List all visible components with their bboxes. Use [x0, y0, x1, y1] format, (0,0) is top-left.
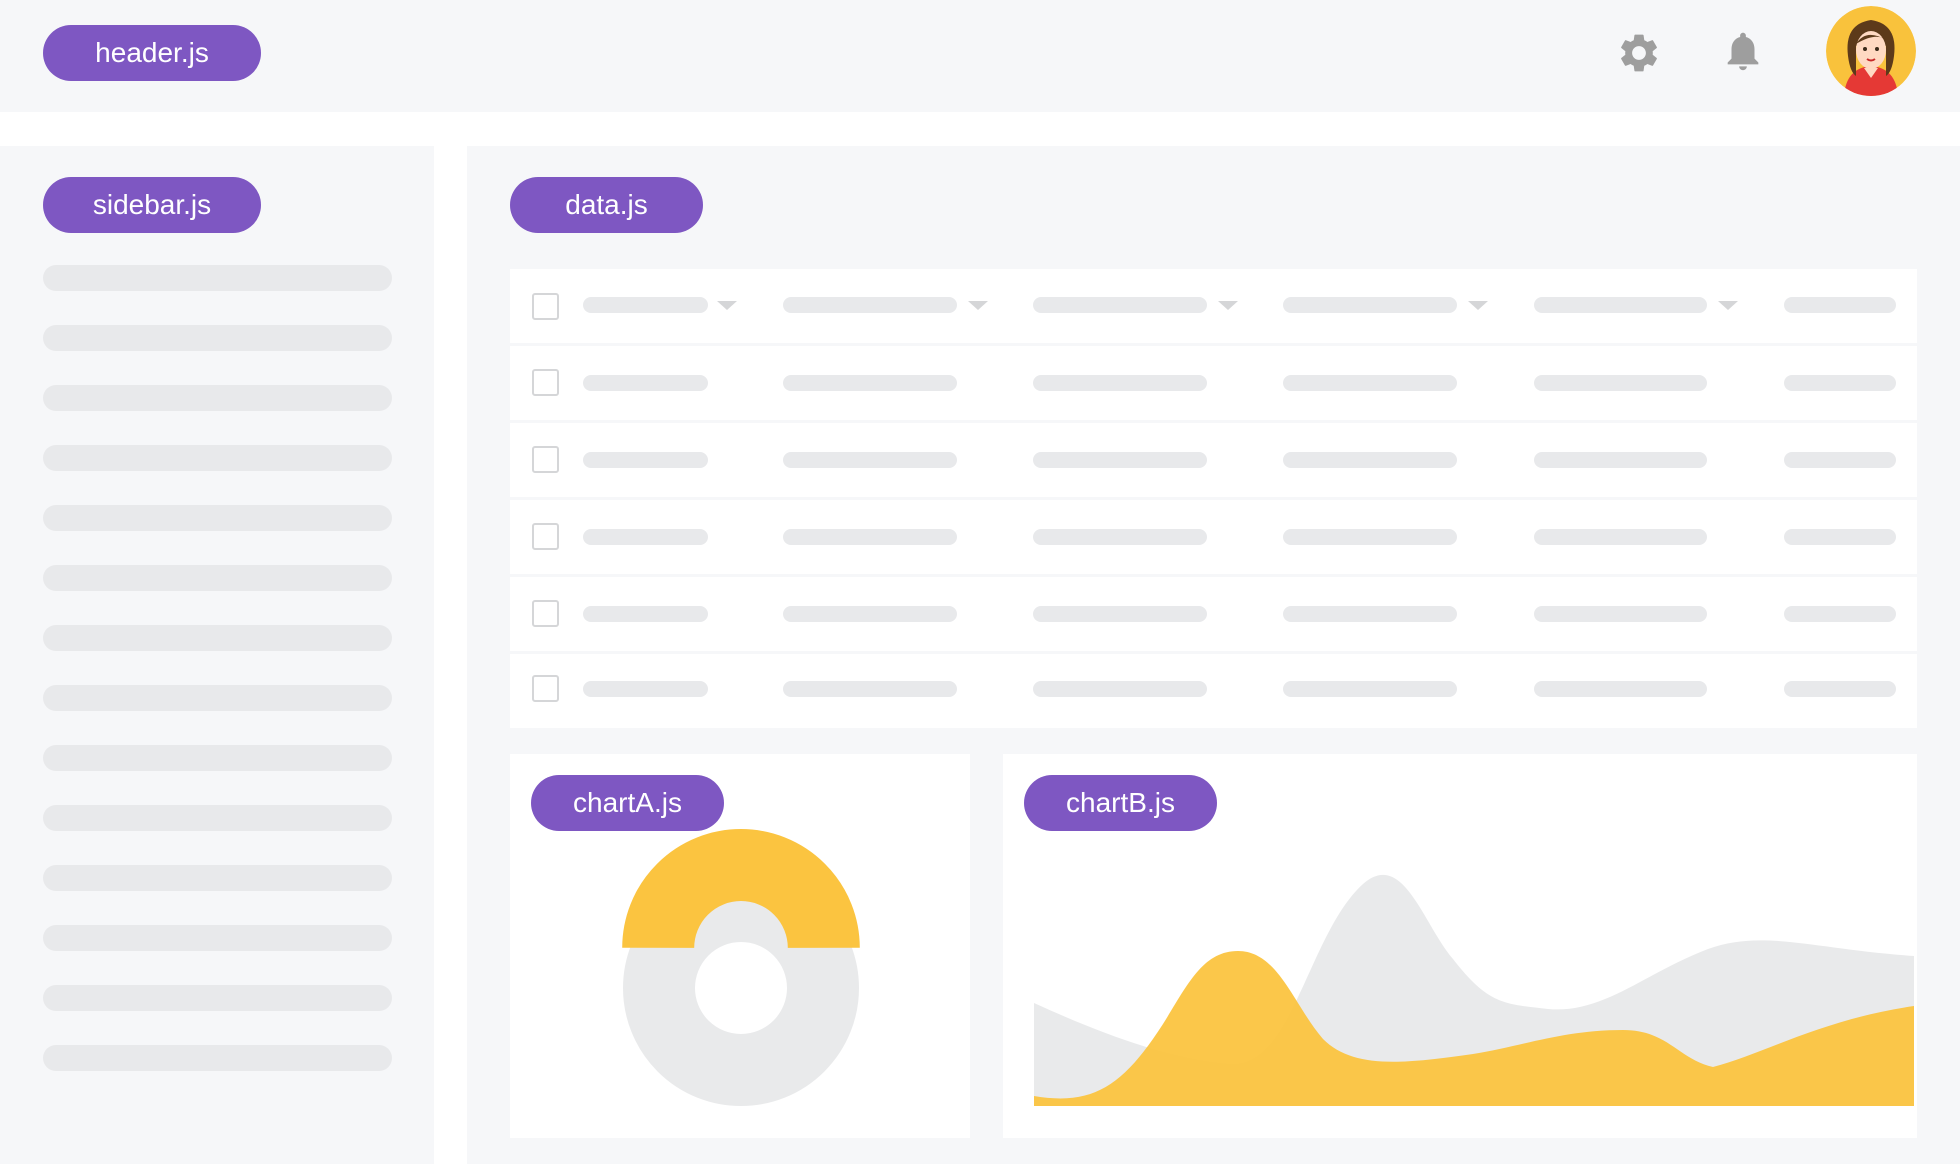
sidebar-item-placeholder[interactable]	[43, 265, 392, 291]
table-cell	[1784, 452, 1896, 468]
table-cell	[783, 606, 957, 622]
table-row[interactable]	[510, 577, 1917, 651]
table-cell	[1033, 375, 1207, 391]
table-cell	[783, 452, 957, 468]
header-label: header.js	[43, 25, 261, 81]
row-checkbox[interactable]	[532, 523, 559, 550]
table-cell	[583, 529, 708, 545]
sidebar-item-placeholder[interactable]	[43, 925, 392, 951]
sidebar-item-placeholder[interactable]	[43, 505, 392, 531]
table-cell	[1784, 681, 1896, 697]
header: header.js	[0, 0, 1960, 112]
table-cell	[783, 529, 957, 545]
table-cell	[1534, 452, 1707, 468]
sort-caret-icon[interactable]	[968, 301, 988, 310]
table-cell	[1534, 681, 1707, 697]
row-checkbox[interactable]	[532, 675, 559, 702]
bell-icon[interactable]	[1720, 28, 1766, 74]
table-cell	[1033, 606, 1207, 622]
table-cell	[1784, 375, 1896, 391]
table-cell	[1534, 529, 1707, 545]
row-checkbox[interactable]	[532, 446, 559, 473]
table-cell	[783, 681, 957, 697]
table-row[interactable]	[510, 500, 1917, 574]
select-all-checkbox[interactable]	[532, 293, 559, 320]
table-cell	[1283, 529, 1457, 545]
sort-caret-icon[interactable]	[717, 301, 737, 310]
table-cell	[1033, 681, 1207, 697]
table-cell	[1283, 375, 1457, 391]
sidebar-item-placeholder[interactable]	[43, 625, 392, 651]
column-header[interactable]	[1784, 297, 1896, 313]
table-cell	[583, 606, 708, 622]
table-cell	[583, 375, 708, 391]
column-header[interactable]	[783, 297, 957, 313]
chart-a-card: chartA.js	[510, 754, 970, 1138]
data-table	[510, 269, 1917, 728]
table-cell	[1033, 452, 1207, 468]
sort-caret-icon[interactable]	[1218, 301, 1238, 310]
area-chart	[1034, 874, 1914, 1106]
data-label: data.js	[510, 177, 703, 233]
sidebar-item-placeholder[interactable]	[43, 565, 392, 591]
sort-caret-icon[interactable]	[1468, 301, 1488, 310]
sidebar-item-placeholder[interactable]	[43, 805, 392, 831]
sidebar-item-placeholder[interactable]	[43, 325, 392, 351]
chart-b-card: chartB.js	[1003, 754, 1917, 1138]
row-checkbox[interactable]	[532, 600, 559, 627]
sidebar-item-placeholder[interactable]	[43, 445, 392, 471]
table-cell	[583, 681, 708, 697]
sort-caret-icon[interactable]	[1718, 301, 1738, 310]
column-header[interactable]	[583, 297, 708, 313]
table-row[interactable]	[510, 423, 1917, 497]
table-cell	[783, 375, 957, 391]
column-header[interactable]	[1033, 297, 1207, 313]
sidebar-item-placeholder[interactable]	[43, 685, 392, 711]
column-header[interactable]	[1534, 297, 1707, 313]
sidebar-item-placeholder[interactable]	[43, 865, 392, 891]
sidebar: sidebar.js	[0, 146, 434, 1164]
table-cell	[583, 452, 708, 468]
gear-icon[interactable]	[1616, 30, 1662, 76]
donut-chart	[622, 829, 860, 1106]
sidebar-item-placeholder[interactable]	[43, 985, 392, 1011]
sidebar-item-placeholder[interactable]	[43, 1045, 392, 1071]
table-cell	[1283, 681, 1457, 697]
table-cell	[1283, 452, 1457, 468]
table-cell	[1534, 606, 1707, 622]
table-cell	[1033, 529, 1207, 545]
avatar[interactable]	[1826, 6, 1916, 96]
row-checkbox[interactable]	[532, 369, 559, 396]
column-header[interactable]	[1283, 297, 1457, 313]
sidebar-label: sidebar.js	[43, 177, 261, 233]
table-row[interactable]	[510, 654, 1917, 728]
table-cell	[1784, 529, 1896, 545]
table-header-row	[510, 269, 1917, 343]
sidebar-item-placeholder[interactable]	[43, 385, 392, 411]
table-row[interactable]	[510, 346, 1917, 420]
table-cell	[1283, 606, 1457, 622]
sidebar-item-placeholder[interactable]	[43, 745, 392, 771]
table-cell	[1784, 606, 1896, 622]
table-cell	[1534, 375, 1707, 391]
